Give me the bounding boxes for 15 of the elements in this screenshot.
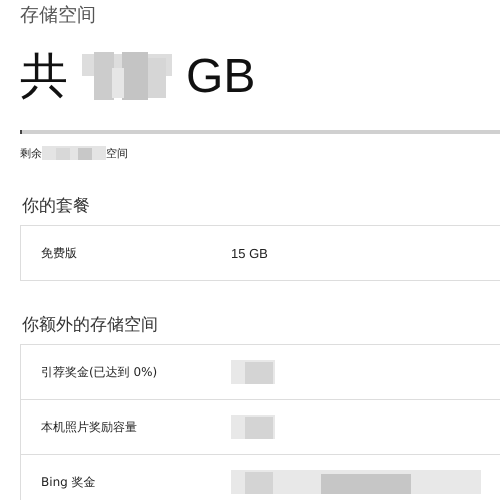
plan-size: 15 GB — [231, 246, 268, 260]
redaction-mosaic — [231, 413, 275, 441]
page-title: 存储空间 — [20, 3, 97, 28]
storage-item-label: Bing 奖金 — [41, 474, 97, 490]
storage-item-label: 引荐奖金(已达到 0%) — [41, 364, 158, 380]
total-label: 共 — [20, 47, 68, 106]
redaction-mosaic — [231, 358, 275, 386]
total-unit: GB — [186, 48, 256, 104]
remaining-label: 剩余 — [20, 146, 42, 160]
plan-name: 免费版 — [41, 244, 78, 262]
remaining-label: 空间 — [106, 146, 128, 160]
section-title: 你额外的存储空间 — [22, 314, 159, 336]
redaction-mosaic — [42, 146, 106, 160]
section-title: 你的套餐 — [22, 195, 91, 217]
storage-item-label: 本机照片奖励容量 — [41, 418, 138, 436]
